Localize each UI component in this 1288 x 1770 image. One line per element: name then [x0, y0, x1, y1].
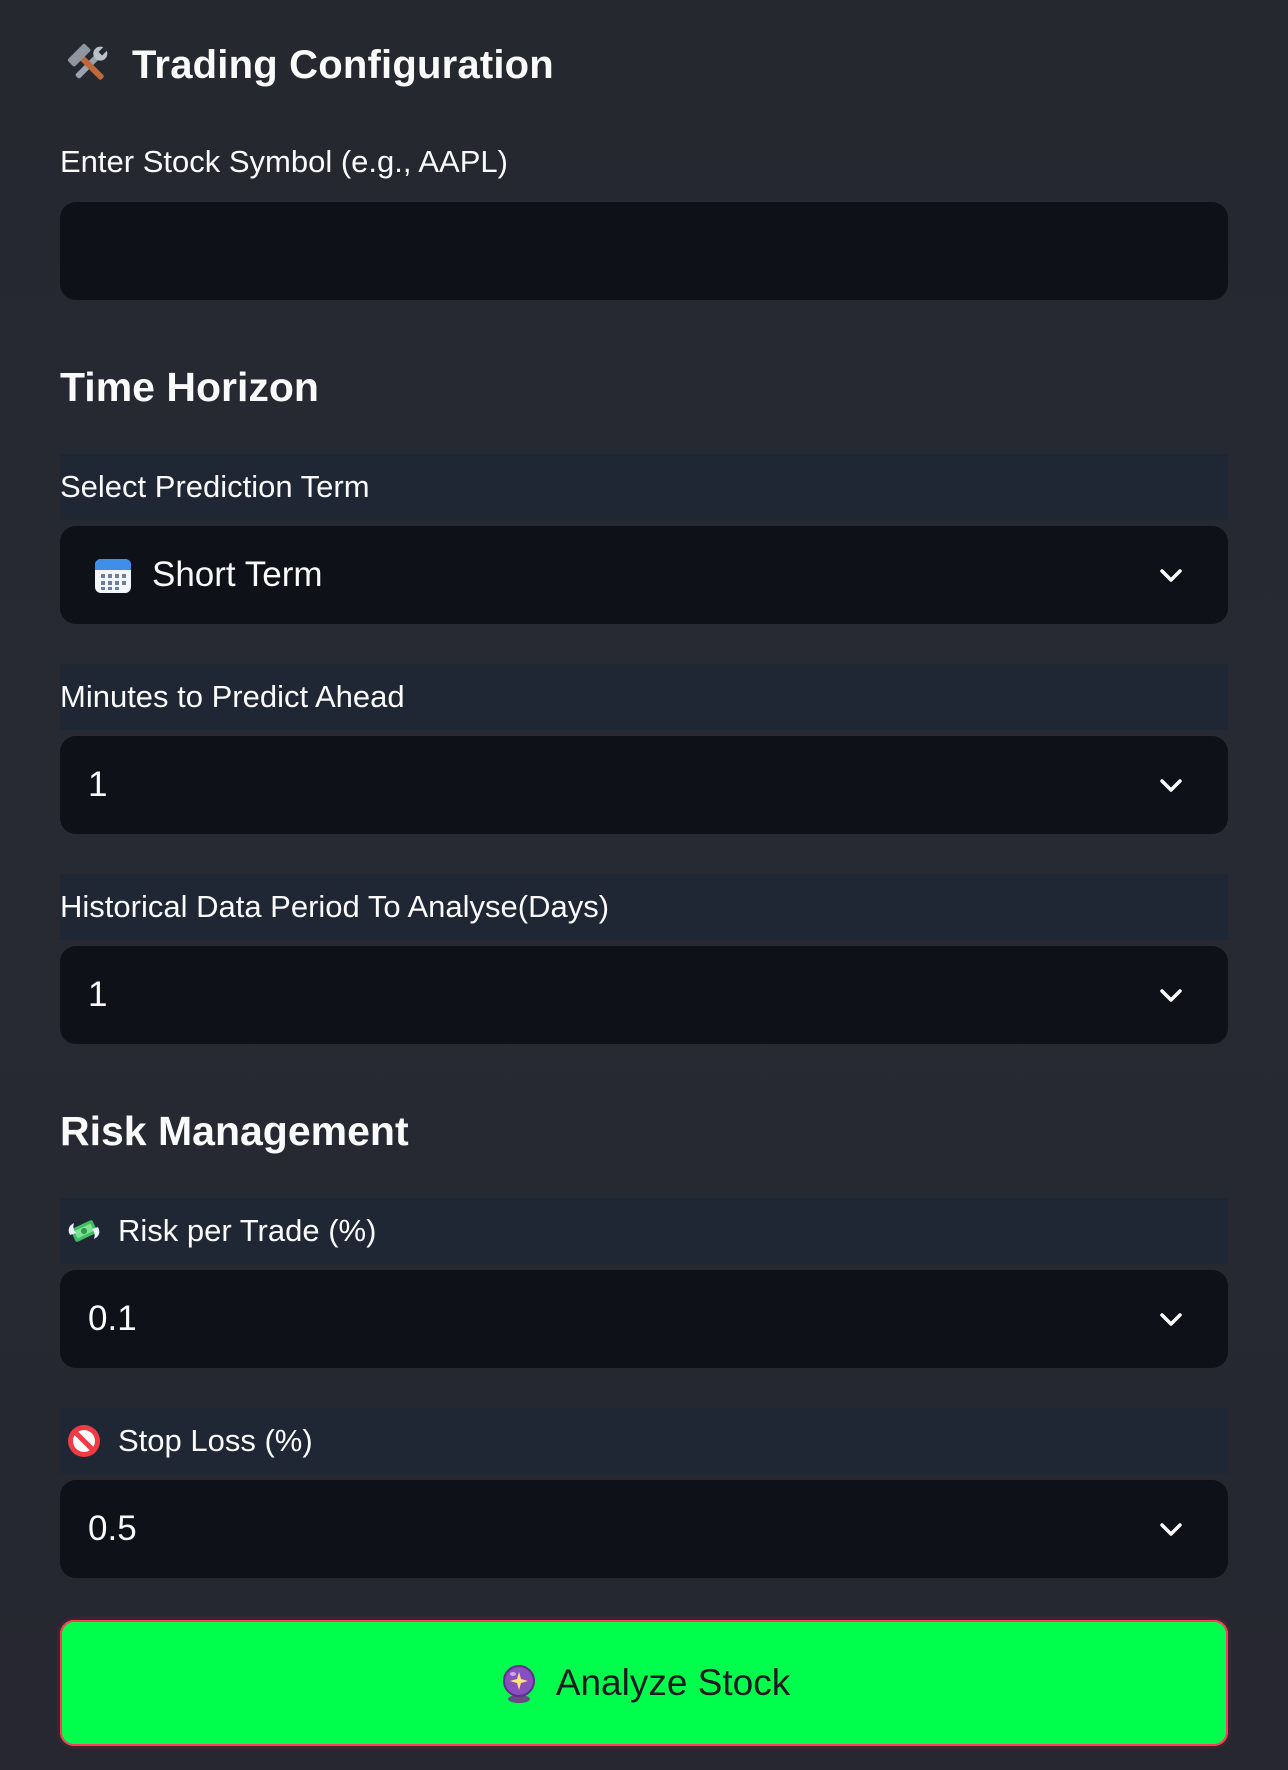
- page-title: Trading Configuration: [132, 42, 554, 87]
- analyze-stock-label: Analyze Stock: [555, 1662, 791, 1703]
- prediction-term-label: Select Prediction Term: [60, 454, 1228, 520]
- calendar-icon: [95, 559, 131, 593]
- chevron-down-icon[interactable]: [1156, 980, 1186, 1010]
- historical-period-label-text: Historical Data Period To Analyse(Days): [60, 889, 610, 924]
- analyze-stock-button[interactable]: Analyze Stock: [60, 1620, 1228, 1746]
- crystal-ball-icon: [502, 1665, 535, 1703]
- minutes-ahead-label: Minutes to Predict Ahead: [60, 664, 1228, 730]
- risk-per-trade-select[interactable]: 0.1: [60, 1270, 1228, 1368]
- stop-loss-select[interactable]: 0.5: [60, 1480, 1228, 1578]
- stock-symbol-label: Enter Stock Symbol (e.g., AAPL): [60, 144, 508, 179]
- stop-loss-label: Stop Loss (%): [60, 1408, 1228, 1474]
- prediction-term-value: Short Term: [152, 555, 323, 594]
- time-horizon-heading: Time Horizon: [60, 364, 319, 410]
- panel-header: Trading Configuration: [64, 36, 554, 94]
- minutes-ahead-value: 1: [88, 765, 108, 804]
- chevron-down-icon[interactable]: [1156, 1514, 1186, 1544]
- risk-per-trade-value: 0.1: [88, 1299, 137, 1338]
- risk-per-trade-label: Risk per Trade (%): [60, 1198, 1228, 1264]
- stop-loss-value: 0.5: [88, 1509, 137, 1548]
- risk-per-trade-label-text: Risk per Trade (%): [118, 1213, 377, 1248]
- risk-management-heading: Risk Management: [60, 1108, 409, 1154]
- prediction-term-select[interactable]: Short Term: [60, 526, 1228, 624]
- minutes-ahead-label-text: Minutes to Predict Ahead: [60, 679, 405, 714]
- stop-loss-label-text: Stop Loss (%): [118, 1423, 313, 1458]
- stock-symbol-input[interactable]: [60, 202, 1228, 300]
- minutes-ahead-select[interactable]: 1: [60, 736, 1228, 834]
- historical-period-select[interactable]: 1: [60, 946, 1228, 1044]
- trading-config-panel: Trading Configuration Enter Stock Symbol…: [0, 0, 1288, 1770]
- hammer-and-wrench-icon: [67, 43, 108, 80]
- chevron-down-icon[interactable]: [1156, 1304, 1186, 1334]
- prediction-term-label-text: Select Prediction Term: [60, 469, 370, 504]
- historical-period-value: 1: [88, 975, 108, 1014]
- historical-period-label: Historical Data Period To Analyse(Days): [60, 874, 1228, 940]
- chevron-down-icon[interactable]: [1156, 560, 1186, 590]
- no-entry-icon: [68, 1425, 100, 1457]
- chevron-down-icon[interactable]: [1156, 770, 1186, 800]
- money-with-wings-icon: [68, 1220, 100, 1242]
